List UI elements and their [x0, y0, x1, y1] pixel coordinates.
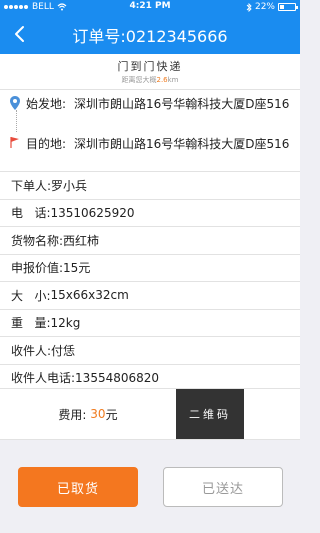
battery-icon	[278, 3, 298, 11]
service-header: 门到门快递 距离您大概2.6km	[0, 54, 300, 90]
destination-label: 目的地:	[26, 137, 67, 151]
origin-address: 深圳市朗山路16号华翰科技大厦D座516	[74, 97, 290, 111]
field-row-recipient: 收件人: 付恁	[0, 337, 300, 365]
flag-icon	[10, 136, 26, 152]
location-pin-icon	[10, 96, 26, 114]
order-fields: 下单人: 罗小兵 电 话: 13510625920 货物名称: 西红柿 申报价值: 15…	[0, 172, 300, 392]
destination-row: 目的地: 深圳市朗山路16号华翰科技大厦D座516	[10, 136, 292, 152]
fee-display: 费用: 30 元	[58, 407, 118, 422]
page-title: 订单号:0212345666	[72, 27, 228, 46]
bluetooth-icon	[246, 2, 252, 12]
field-row-weight: 重 量: 12kg	[0, 309, 300, 337]
fee-bar: 费用: 30 元 二维码	[0, 388, 300, 440]
field-row-declared-value: 申报价值: 15元	[0, 254, 300, 282]
field-row-orderer: 下单人: 罗小兵	[0, 172, 300, 200]
status-bar: BELL 4:21 PM 22%	[0, 0, 300, 14]
distance-text: 距离您大概2.6km	[121, 76, 179, 84]
field-row-goods: 货物名称: 西红柿	[0, 227, 300, 255]
picked-up-button[interactable]: 已取货	[18, 467, 138, 507]
delivered-button[interactable]: 已送达	[163, 467, 283, 507]
qr-code-button[interactable]: 二维码	[176, 389, 244, 439]
field-row-size: 大 小: 15x66x32cm	[0, 282, 300, 310]
route-line	[16, 110, 17, 132]
origin-label: 始发地:	[26, 97, 67, 111]
destination-address: 深圳市朗山路16号华翰科技大厦D座516	[74, 137, 290, 151]
address-section: 始发地: 深圳市朗山路16号华翰科技大厦D座516 目的地: 深圳市朗山路16号…	[0, 90, 300, 172]
origin-row: 始发地: 深圳市朗山路16号华翰科技大厦D座516	[10, 96, 292, 114]
battery-percent: 22%	[254, 2, 275, 12]
field-row-phone: 电 话: 13510625920	[0, 199, 300, 227]
service-name: 门到门快递	[117, 60, 183, 73]
nav-bar: 订单号:0212345666	[0, 14, 300, 54]
